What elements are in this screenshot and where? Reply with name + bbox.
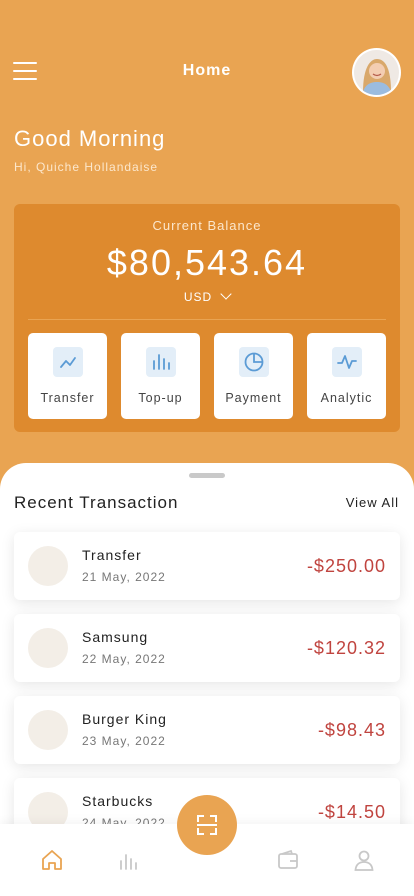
merchant-avatar (28, 710, 68, 750)
greeting-title: Good Morning (14, 126, 166, 151)
analytic-button[interactable]: Analytic (307, 333, 386, 419)
balance-amount: $80,543.64 (106, 242, 308, 283)
header-background: Home Good Morning Hi, Quiche Hollandaise… (0, 0, 414, 480)
transaction-amount: -$14.50 (317, 802, 386, 822)
transaction-name: Transfer (82, 547, 142, 563)
scan-icon (197, 815, 217, 835)
balance-card: Current Balance $80,543.64 USD Transfer … (14, 204, 400, 432)
profile-icon[interactable] (352, 848, 376, 872)
currency-selector[interactable]: USD (14, 288, 400, 304)
currency-label: USD (183, 290, 213, 304)
merchant-avatar (28, 628, 68, 668)
transaction-name: Samsung (82, 629, 149, 645)
merchant-avatar (28, 546, 68, 586)
chevron-down-icon (220, 288, 232, 300)
app-header: Home (0, 44, 414, 100)
balance-label: Current Balance (152, 218, 262, 233)
transfer-button[interactable]: Transfer (28, 333, 107, 419)
divider (28, 319, 386, 320)
transaction-date: 21 May, 2022 (82, 570, 166, 584)
wallet-icon[interactable] (276, 848, 300, 872)
greeting-subtitle: Hi, Quiche Hollandaise (14, 160, 159, 174)
transaction-name: Starbucks (82, 793, 154, 809)
section-title: Recent Transaction (14, 493, 179, 512)
action-label: Top-up (138, 391, 183, 405)
top-up-button[interactable]: Top-up (121, 333, 200, 419)
transaction-amount: -$250.00 (306, 556, 386, 576)
home-icon[interactable] (40, 848, 64, 872)
stats-icon[interactable] (116, 848, 140, 872)
transaction-item[interactable]: Burger King 23 May, 2022 -$98.43 (14, 696, 400, 764)
transaction-item[interactable]: Transfer 21 May, 2022 -$250.00 (14, 532, 400, 600)
quick-actions: Transfer Top-up Payment Analytic (28, 333, 386, 419)
transaction-date: 22 May, 2022 (82, 652, 166, 666)
transaction-name: Burger King (82, 711, 167, 727)
action-label: Payment (225, 391, 282, 405)
sheet-grabber[interactable] (189, 473, 225, 478)
action-label: Transfer (40, 391, 95, 405)
transaction-amount: -$98.43 (317, 720, 386, 740)
bar-chart-icon (146, 347, 176, 377)
pie-chart-icon (239, 347, 269, 377)
trend-line-icon (53, 347, 83, 377)
scan-button[interactable] (177, 795, 237, 855)
payment-button[interactable]: Payment (214, 333, 293, 419)
transaction-amount: -$120.32 (306, 638, 386, 658)
transaction-item[interactable]: Samsung 22 May, 2022 -$120.32 (14, 614, 400, 682)
pulse-icon (332, 347, 362, 377)
avatar[interactable] (352, 48, 401, 97)
view-all-link[interactable]: View All (346, 495, 399, 510)
transaction-date: 23 May, 2022 (82, 734, 166, 748)
action-label: Analytic (320, 391, 373, 405)
